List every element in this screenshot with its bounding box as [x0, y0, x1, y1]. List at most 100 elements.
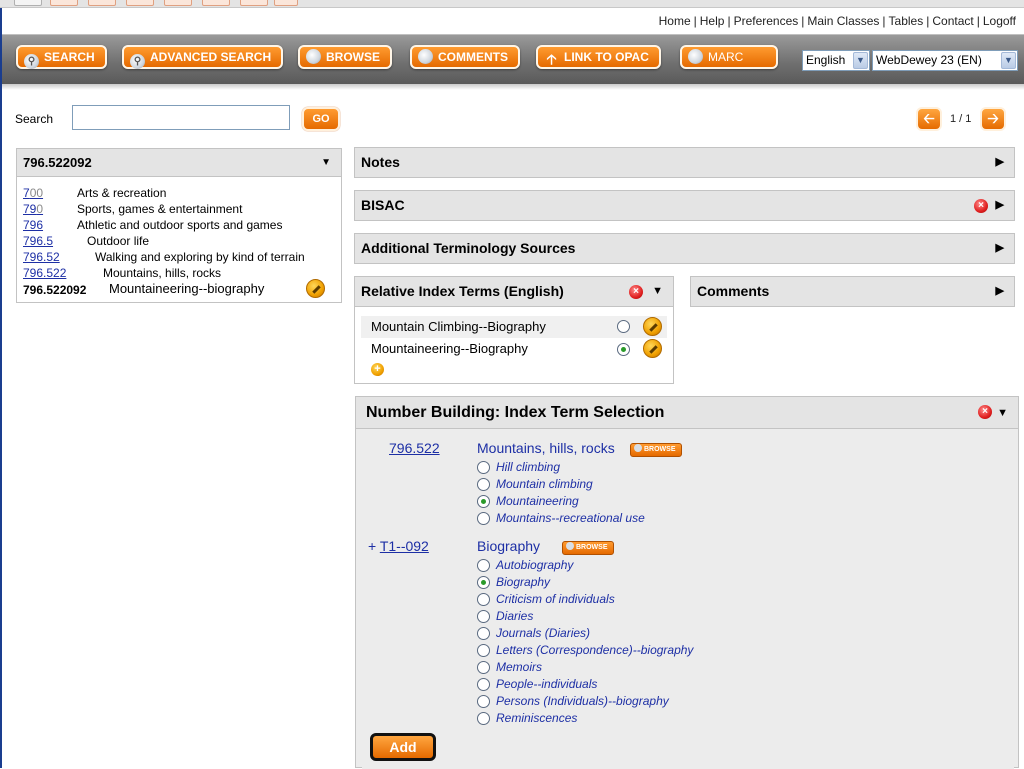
home-link[interactable]: Home	[659, 14, 691, 28]
magnifier-icon: ⚲	[24, 54, 39, 69]
arrow-up-icon: 🡡	[546, 51, 557, 67]
window-tab[interactable]	[202, 0, 230, 6]
help-link[interactable]: Help	[700, 14, 725, 28]
triangle-right-icon: ▶	[995, 285, 1004, 297]
caret-down-icon: ▼	[997, 407, 1008, 419]
browse-mini-button[interactable]: BROWSE	[630, 443, 682, 457]
add-button[interactable]: Add	[370, 733, 436, 761]
number-building-header[interactable]: Number Building: Index Term Selection × …	[356, 397, 1018, 429]
edit-pencil-icon[interactable]	[643, 339, 662, 358]
option-radio[interactable]	[477, 461, 490, 474]
hierarchy-panel: 796.522092 ▼ 700 Arts & recreation 790 S…	[16, 148, 342, 303]
caret-down-icon[interactable]: ▼	[321, 149, 331, 177]
option-radio[interactable]	[477, 678, 490, 691]
option-radio[interactable]	[477, 478, 490, 491]
close-icon[interactable]: ×	[629, 285, 643, 299]
main-toolbar: ⚲ SEARCH ⚲ ADVANCED SEARCH BROWSE COMMENTS…	[2, 34, 1024, 84]
triangle-right-icon: ▶	[995, 156, 1004, 168]
page-indicator: 1 / 1	[950, 113, 972, 125]
class-link[interactable]: 700	[23, 186, 43, 200]
option-radio[interactable]	[477, 627, 490, 640]
window-tab[interactable]	[88, 0, 116, 6]
class-link[interactable]: 796	[23, 218, 43, 232]
option-radio[interactable]	[477, 512, 490, 525]
option-radio[interactable]	[477, 644, 490, 657]
search-input[interactable]	[72, 105, 290, 130]
term-radio[interactable]	[617, 320, 630, 333]
tables-link[interactable]: Tables	[889, 14, 924, 28]
class-number-link[interactable]: 796.522	[389, 440, 440, 456]
relative-index-header[interactable]: Relative Index Terms (English) × ▼	[354, 276, 674, 307]
additional-terminology-section-header[interactable]: Additional Terminology Sources ▶	[354, 233, 1015, 264]
top-links: Home | Help | Preferences | Main Classes | Table…	[658, 14, 1016, 28]
hierarchy-row: 796.5 Outdoor life	[23, 234, 150, 248]
option-radio-selected[interactable]	[477, 495, 490, 508]
option-radio-selected[interactable]	[477, 576, 490, 589]
window-tab[interactable]	[164, 0, 192, 6]
window-tab[interactable]	[14, 0, 42, 6]
triangle-right-icon: ▶	[995, 242, 1004, 254]
add-term-plus-icon[interactable]: +	[371, 363, 384, 376]
notes-section-header[interactable]: Notes ▶	[354, 147, 1015, 178]
browse-button[interactable]: BROWSE	[298, 45, 392, 69]
class-link[interactable]: 790	[23, 202, 43, 216]
hierarchy-row-current: 796.522092 Mountaineering--biography	[23, 281, 265, 297]
group-caption: Biography	[477, 538, 541, 554]
comment-bubble-icon	[418, 49, 433, 64]
triangle-right-icon: ▶	[995, 199, 1004, 211]
relative-term-row[interactable]: Mountaineering--Biography	[361, 338, 667, 360]
edition-select[interactable]: WebDewey 23 (EN) ▼	[872, 50, 1018, 71]
close-icon[interactable]: ×	[974, 199, 988, 213]
previous-arrow-icon[interactable]: 🡠	[916, 107, 942, 131]
pager: 🡠 1 / 1 🡢	[916, 107, 1008, 131]
option-radio[interactable]	[477, 559, 490, 572]
option-radio[interactable]	[477, 712, 490, 725]
number-building-body: 796.522 Mountains, hills, rocks BROWSE H…	[362, 435, 1014, 769]
chevron-down-icon: ▼	[853, 52, 868, 69]
search-button[interactable]: ⚲ SEARCH	[16, 45, 107, 69]
class-link[interactable]: 796.522	[23, 266, 66, 280]
option-radio[interactable]	[477, 610, 490, 623]
hierarchy-header[interactable]: 796.522092 ▼	[17, 149, 341, 177]
option-radio[interactable]	[477, 593, 490, 606]
language-select[interactable]: English ▼	[802, 50, 870, 71]
relative-term-row[interactable]: Mountain Climbing--Biography	[361, 316, 667, 338]
marc-button[interactable]: MARC	[680, 45, 778, 69]
toolbar-shadow	[2, 84, 1024, 90]
link-to-opac-button[interactable]: 🡡 LINK TO OPAC	[536, 45, 661, 69]
preferences-link[interactable]: Preferences	[734, 14, 799, 28]
advanced-search-button[interactable]: ⚲ ADVANCED SEARCH	[122, 45, 284, 69]
option-radio[interactable]	[477, 695, 490, 708]
edit-pencil-icon[interactable]	[306, 279, 325, 298]
marc-icon	[688, 49, 703, 64]
close-icon[interactable]: ×	[978, 405, 992, 419]
logoff-link[interactable]: Logoff	[983, 14, 1016, 28]
class-link[interactable]: 796.5	[23, 234, 53, 248]
browse-icon	[566, 542, 574, 550]
hierarchy-row: 700 Arts & recreation	[23, 186, 167, 200]
comments-button[interactable]: COMMENTS	[410, 45, 520, 69]
window-tab[interactable]	[274, 0, 298, 6]
go-button[interactable]: GO	[302, 107, 340, 131]
magnifier-icon: ⚲	[130, 54, 145, 69]
term-radio-selected[interactable]	[617, 343, 630, 356]
window-edge	[0, 8, 2, 768]
class-link[interactable]: 796.52	[23, 250, 60, 264]
contact-link[interactable]: Contact	[932, 14, 973, 28]
comments-section-header[interactable]: Comments ▶	[690, 276, 1015, 307]
browse-mini-button[interactable]: BROWSE	[562, 541, 614, 555]
main-classes-link[interactable]: Main Classes	[807, 14, 879, 28]
window-tab[interactable]	[126, 0, 154, 6]
window-tab[interactable]	[50, 0, 78, 6]
bisac-section-header[interactable]: BISAC × ▶	[354, 190, 1015, 221]
edit-pencil-icon[interactable]	[643, 317, 662, 336]
class-number-link[interactable]: + T1--092	[368, 538, 429, 554]
hierarchy-row: 796.522 Mountains, hills, rocks	[23, 266, 222, 280]
next-arrow-icon[interactable]: 🡢	[980, 107, 1006, 131]
option-radio[interactable]	[477, 661, 490, 674]
window-tab[interactable]	[240, 0, 268, 6]
relative-index-panel: Relative Index Terms (English) × ▼ Mount…	[354, 276, 674, 384]
number-building-panel: Number Building: Index Term Selection × …	[355, 396, 1019, 769]
hierarchy-row: 796 Athletic and outdoor sports and game…	[23, 218, 283, 232]
caret-down-icon: ▼	[652, 285, 663, 297]
